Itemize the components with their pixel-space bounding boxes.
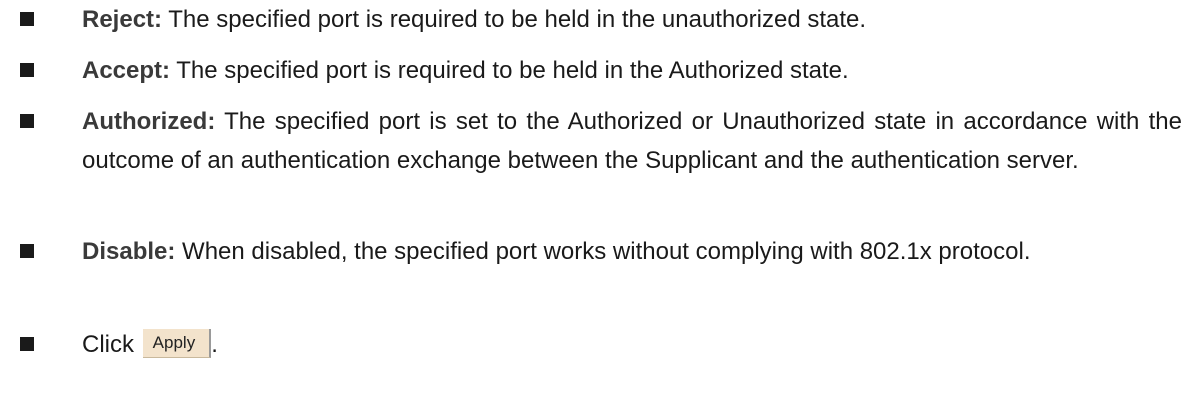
square-bullet-icon	[20, 244, 34, 258]
bullet-text: Reject: The specified port is required t…	[82, 0, 1182, 39]
term-disable: Disable:	[82, 238, 176, 265]
square-bullet-icon	[20, 12, 34, 26]
apply-button[interactable]: Apply	[142, 329, 212, 358]
click-prefix: Click	[82, 331, 134, 358]
square-bullet-icon	[20, 114, 34, 128]
term-authorized: Authorized:	[82, 108, 216, 135]
term-accept: Accept:	[82, 57, 171, 84]
bullet-text: Accept: The specified port is required t…	[82, 51, 1182, 90]
bullet-text: Authorized: The specified port is set to…	[82, 102, 1182, 180]
bullet-text: Click Apply.	[82, 325, 1182, 364]
square-bullet-icon	[20, 337, 34, 351]
description-authorized: The specified port is set to the Authori…	[82, 108, 1183, 174]
description-accept: The specified port is required to be hel…	[176, 57, 849, 84]
description-reject: The specified port is required to be hel…	[168, 6, 867, 33]
click-suffix: .	[211, 331, 218, 358]
bullet-text: Disable: When disabled, the specified po…	[82, 232, 1182, 271]
description-disable: When disabled, the specified port works …	[182, 238, 1031, 265]
document-page: Reject: The specified port is required t…	[0, 0, 1191, 410]
term-reject: Reject:	[82, 6, 163, 33]
square-bullet-icon	[20, 63, 34, 77]
